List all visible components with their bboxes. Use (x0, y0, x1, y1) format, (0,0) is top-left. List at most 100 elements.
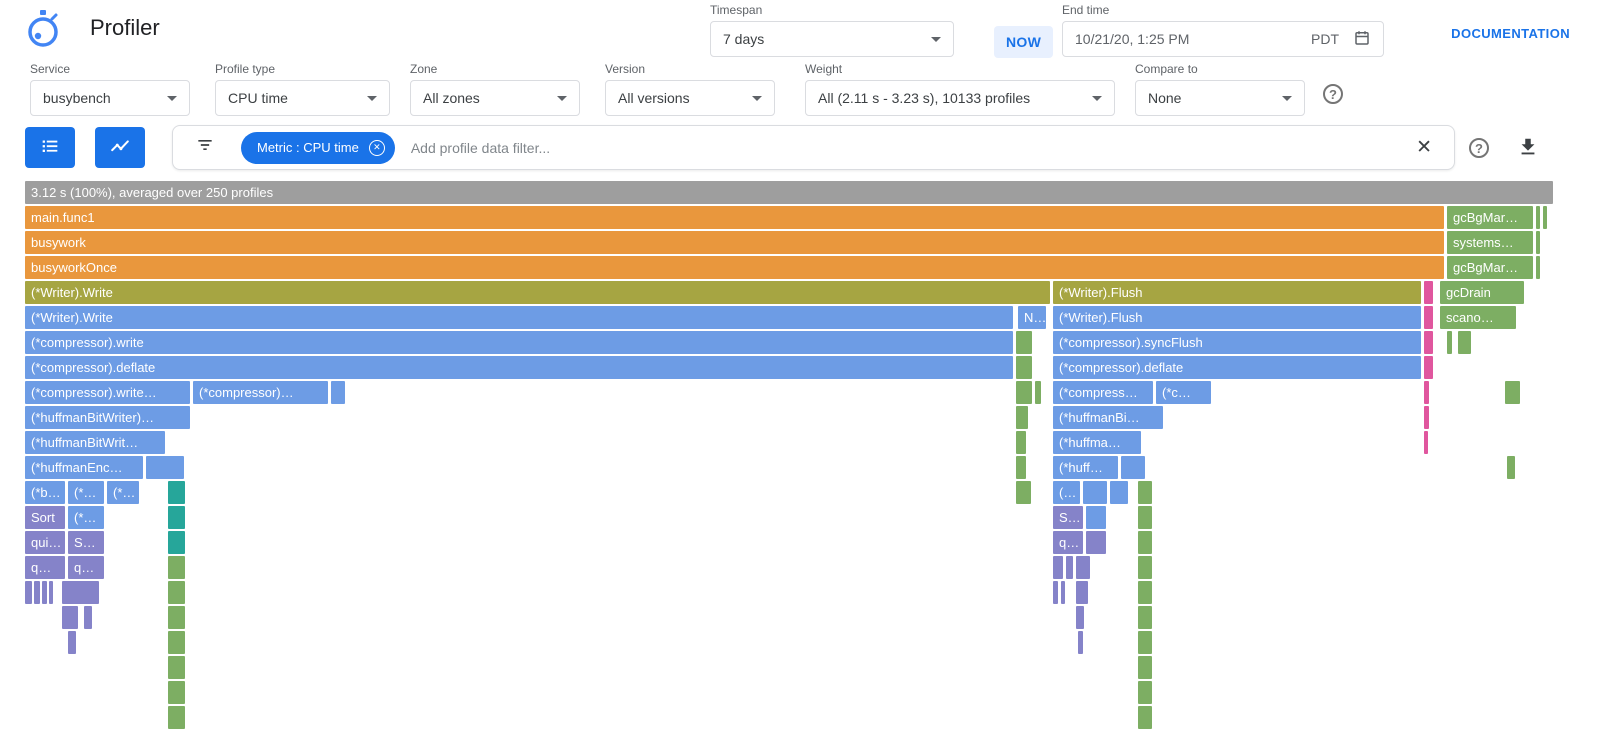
flame-bar[interactable]: N… (1018, 306, 1046, 329)
flame-bar[interactable] (1447, 331, 1452, 354)
flame-bar[interactable]: (*Writer).Flush (1053, 281, 1421, 304)
version-select[interactable]: All versions (605, 80, 775, 116)
flame-bar[interactable] (62, 606, 78, 629)
flame-bar[interactable]: Sort (25, 506, 65, 529)
flame-bar[interactable]: (*compress… (1053, 381, 1153, 404)
flame-bar[interactable] (1121, 456, 1145, 479)
flame-bar[interactable] (1086, 506, 1106, 529)
flame-bar[interactable] (168, 581, 185, 604)
flame-bar[interactable] (84, 606, 92, 629)
flame-bar[interactable]: main.func1 (25, 206, 1444, 229)
flame-bar[interactable] (168, 531, 185, 554)
timespan-select[interactable]: 7 days (710, 21, 954, 57)
flame-bar[interactable]: (*Writer).Flush (1053, 306, 1421, 329)
flame-bar[interactable] (168, 681, 185, 704)
flame-bar[interactable]: (*compressor).deflate (25, 356, 1013, 379)
flame-bar[interactable] (1424, 381, 1429, 404)
flame-bar[interactable] (168, 556, 185, 579)
flame-bar[interactable] (1505, 381, 1520, 404)
flame-bar[interactable]: gcDrain (1440, 281, 1524, 304)
flame-bar[interactable] (1016, 406, 1028, 429)
flame-bar[interactable]: (*huffma… (1053, 431, 1141, 454)
flame-bar[interactable]: S… (1053, 506, 1083, 529)
flame-bar[interactable] (146, 456, 184, 479)
flame-bar[interactable] (34, 581, 40, 604)
chip-remove-icon[interactable]: ✕ (369, 140, 385, 156)
flame-bar[interactable] (1543, 206, 1547, 229)
flame-bar[interactable] (1016, 456, 1026, 479)
flame-bar[interactable]: (*… (107, 481, 139, 504)
flame-bar[interactable] (1138, 506, 1152, 529)
profile-type-select[interactable]: CPU time (215, 80, 390, 116)
flame-bar[interactable]: (*huffmanBi… (1053, 406, 1163, 429)
flame-bar[interactable]: (*compressor).deflate (1053, 356, 1421, 379)
flame-bar[interactable] (1076, 581, 1088, 604)
flame-bar[interactable] (1424, 431, 1428, 454)
flame-bar[interactable] (1138, 556, 1152, 579)
flame-bar[interactable] (42, 581, 47, 604)
flame-bar[interactable]: (*c… (1156, 381, 1211, 404)
flame-bar[interactable] (25, 581, 32, 604)
end-time-input[interactable]: 10/21/20, 1:25 PM PDT (1062, 21, 1384, 57)
flame-bar[interactable]: busyworkOnce (25, 256, 1444, 279)
flame-bar[interactable]: (*Writer).Write (25, 281, 1050, 304)
flame-bar[interactable]: q… (25, 556, 65, 579)
flame-bar[interactable]: S… (68, 531, 104, 554)
calendar-icon[interactable] (1353, 29, 1371, 50)
flame-bar[interactable] (49, 581, 53, 604)
flame-bar[interactable] (168, 631, 185, 654)
flame-bar[interactable] (168, 606, 185, 629)
flame-bar[interactable]: (… (1053, 481, 1080, 504)
flame-bar[interactable]: (*huffmanBitWrit… (25, 431, 165, 454)
flame-bar[interactable]: systems… (1447, 231, 1533, 254)
help-icon[interactable]: ? (1469, 138, 1489, 158)
flame-bar[interactable] (1424, 281, 1433, 304)
flame-bar[interactable] (168, 706, 185, 729)
flame-bar[interactable]: (*huffmanEnc… (25, 456, 143, 479)
zone-select[interactable]: All zones (410, 80, 580, 116)
flame-bar[interactable] (68, 631, 76, 654)
flame-bar[interactable]: busywork (25, 231, 1444, 254)
flame-bar[interactable] (1424, 331, 1433, 354)
flame-bar[interactable]: (*compressor).write… (25, 381, 190, 404)
flame-bar[interactable] (168, 656, 185, 679)
flame-bar[interactable]: qui… (25, 531, 65, 554)
flame-bar[interactable] (62, 581, 99, 604)
flame-bar[interactable]: (*… (68, 506, 104, 529)
flame-bar[interactable]: (*Writer).Write (25, 306, 1013, 329)
flame-bar[interactable] (1110, 481, 1128, 504)
chart-view-button[interactable] (95, 127, 145, 168)
flame-bar[interactable] (1076, 606, 1084, 629)
flame-bar[interactable] (1061, 581, 1065, 604)
list-view-button[interactable] (25, 127, 75, 168)
flame-bar[interactable]: (*compressor)… (193, 381, 328, 404)
flame-bar[interactable] (1086, 531, 1106, 554)
flame-bar[interactable]: q… (1053, 531, 1083, 554)
flame-bar[interactable] (1016, 356, 1032, 379)
flame-bar[interactable] (1138, 706, 1152, 729)
flame-bar[interactable] (1016, 331, 1032, 354)
flame-bar[interactable] (1076, 556, 1090, 579)
flame-bar[interactable] (1138, 681, 1152, 704)
flame-bar[interactable] (331, 381, 345, 404)
now-button[interactable]: NOW (994, 26, 1053, 58)
flame-bar[interactable] (1138, 656, 1152, 679)
flame-bar[interactable] (1138, 606, 1152, 629)
service-select[interactable]: busybench (30, 80, 190, 116)
metric-filter-chip[interactable]: Metric : CPU time ✕ (241, 132, 395, 164)
flame-bar[interactable] (1138, 531, 1152, 554)
flame-bar[interactable] (1066, 556, 1073, 579)
flame-bar[interactable] (1424, 306, 1433, 329)
flame-bar[interactable]: (*compressor).syncFlush (1053, 331, 1421, 354)
flame-bar[interactable] (1536, 231, 1540, 254)
flame-bar[interactable] (1083, 481, 1107, 504)
flame-bar[interactable] (1078, 631, 1083, 654)
flame-bar[interactable] (168, 506, 185, 529)
flame-bar[interactable]: gcBgMar… (1447, 206, 1533, 229)
flame-bar[interactable] (1138, 631, 1152, 654)
documentation-link[interactable]: DOCUMENTATION (1451, 26, 1570, 41)
flame-bar[interactable] (1424, 406, 1429, 429)
flame-bar[interactable] (1507, 456, 1515, 479)
flame-bar[interactable] (1536, 206, 1540, 229)
flame-bar[interactable]: (*huffmanBitWriter)… (25, 406, 190, 429)
